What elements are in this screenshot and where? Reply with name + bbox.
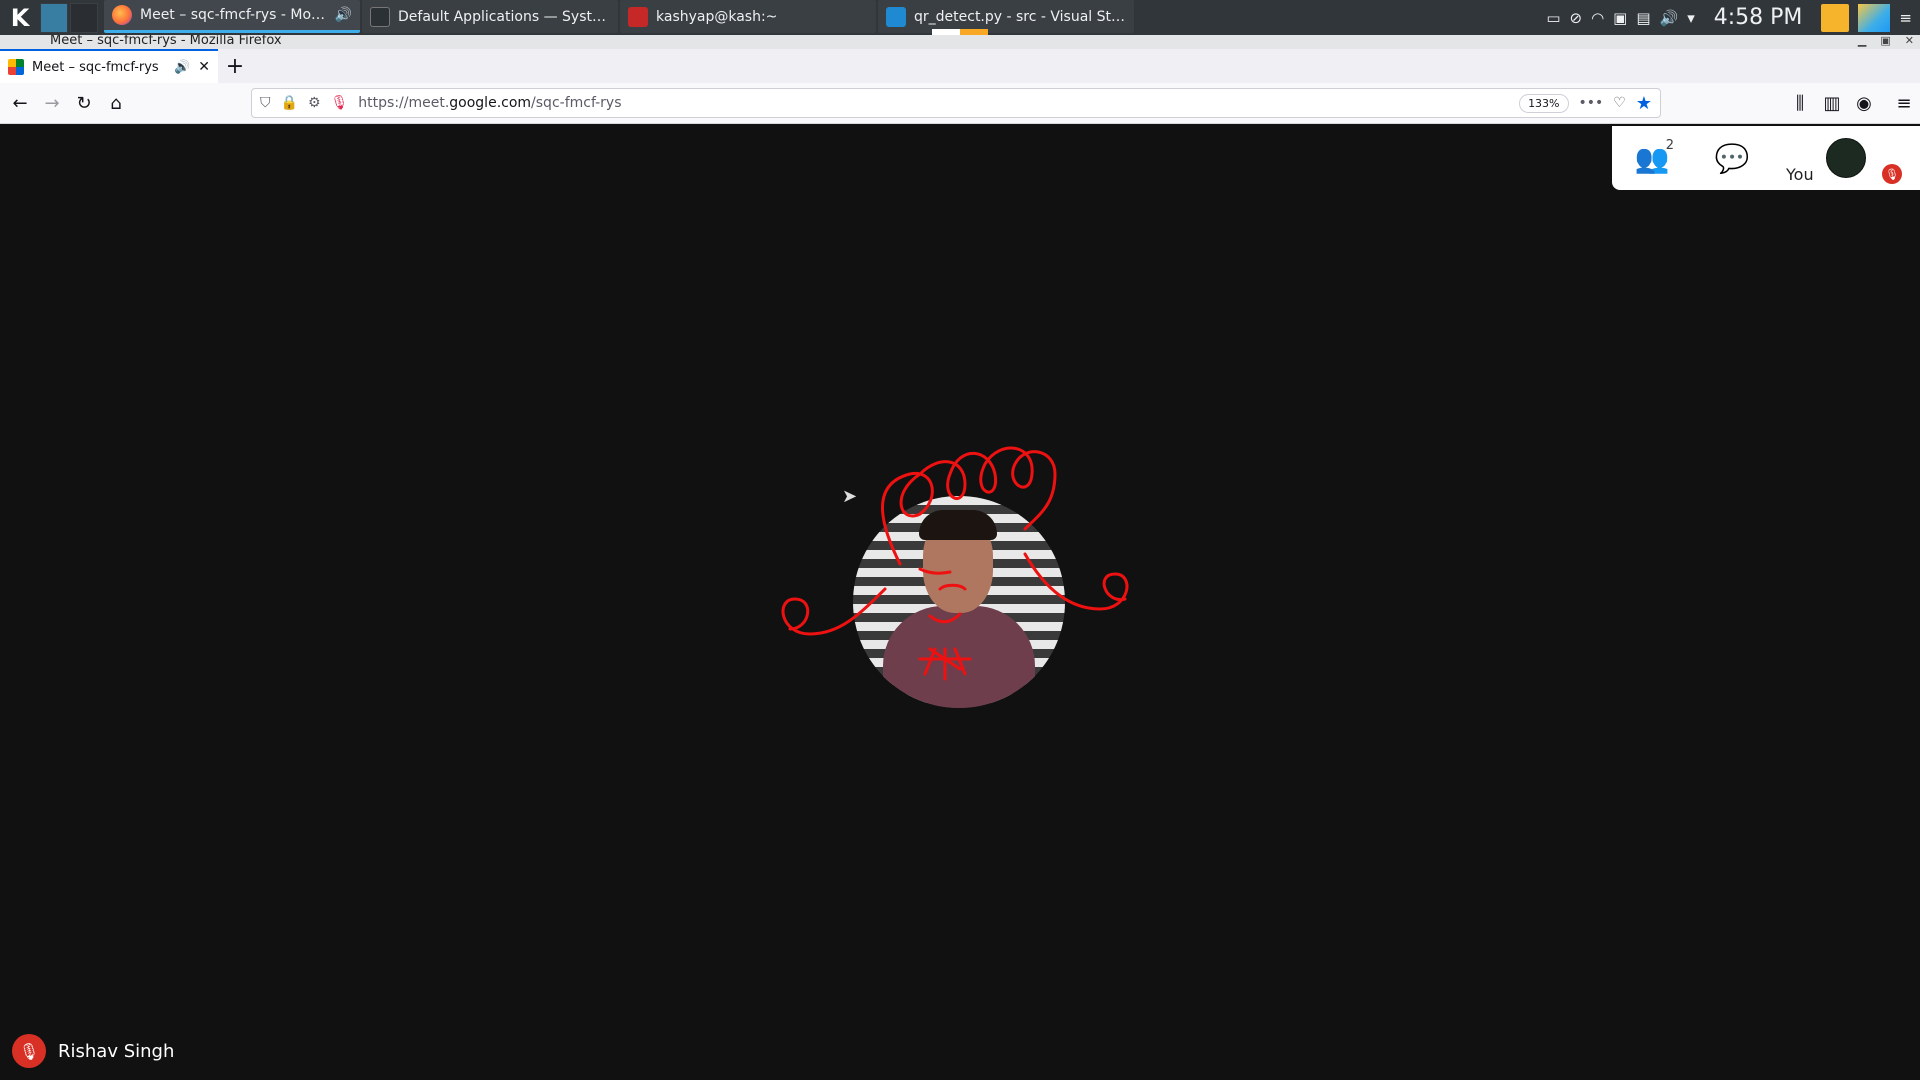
forward-button[interactable]: →	[36, 87, 68, 119]
wifi-icon[interactable]: ◠	[1591, 9, 1604, 27]
self-avatar	[1826, 138, 1866, 178]
bookmark-star-icon[interactable]: ★	[1636, 93, 1652, 114]
task-terminal[interactable]: kashyap@kash:~	[620, 0, 876, 33]
home-button[interactable]: ⌂	[100, 87, 132, 119]
chat-icon: 💬	[1714, 141, 1750, 175]
task-vscode[interactable]: qr_detect.py - src - Visual Studio C...	[878, 0, 1134, 33]
close-tab-icon[interactable]: ✕	[198, 59, 210, 75]
lock-icon[interactable]: 🔒	[281, 95, 298, 111]
system-tray: ▭ ⊘ ◠ ▣ ▤ 🔊 ▾ 4:58 PM ≡	[1546, 0, 1920, 35]
lock-icon[interactable]: ▣	[1613, 9, 1627, 27]
red-doodle-drawing	[781, 446, 1129, 681]
window-controls: ▁ ▣ ✕	[1858, 35, 1914, 47]
reload-button[interactable]: ↻	[68, 87, 100, 119]
system-settings-icon	[370, 6, 390, 27]
panel-menu-icon[interactable]: ≡	[1899, 9, 1912, 27]
task-label: kashyap@kash:~	[656, 8, 778, 25]
participants-button[interactable]: 👥 2	[1612, 126, 1692, 190]
terminal-icon	[628, 6, 648, 27]
volume-icon[interactable]: 🔊	[1660, 9, 1679, 27]
participant-name: Rishav Singh	[58, 1040, 175, 1062]
chat-button[interactable]: 💬	[1692, 126, 1772, 190]
clipboard-icon[interactable]: ▤	[1636, 9, 1650, 27]
desktop-2[interactable]	[70, 2, 98, 33]
zoom-indicator[interactable]: 133%	[1519, 93, 1569, 113]
task-system-settings[interactable]: Default Applications — System Se...	[362, 0, 618, 33]
maximize-icon[interactable]: ▣	[1880, 35, 1890, 47]
tab-meet[interactable]: Meet – sqc-fmcf-rys 🔊 ✕	[0, 49, 218, 83]
back-button[interactable]: ←	[4, 87, 36, 119]
url-bar[interactable]: ⛉ 🔒 ⚙ 🎙 https://meet.google.com/sqc-fmcf…	[251, 88, 1661, 118]
navigation-bar: ← → ↻ ⌂ ⛉ 🔒 ⚙ 🎙 https://meet.google.com/…	[0, 83, 1920, 124]
account-icon[interactable]: ◉	[1848, 87, 1880, 119]
kde-launcher-icon[interactable]: K	[0, 0, 40, 35]
virtual-desktop-pager	[40, 2, 98, 33]
people-icon: 👥	[1634, 141, 1670, 175]
meet-info-bar: 👥 2 💬 You 🎙	[1612, 126, 1920, 190]
task-label: qr_detect.py - src - Visual Studio C...	[914, 8, 1126, 25]
tab-title: Meet – sqc-fmcf-rys	[32, 59, 159, 75]
meet-favicon-icon	[8, 59, 24, 75]
menu-icon[interactable]: ≡	[1888, 87, 1920, 119]
permissions-icon[interactable]: ⚙	[308, 95, 321, 111]
you-label: You	[1786, 165, 1814, 184]
new-tab-button[interactable]: +	[218, 49, 252, 83]
speaker-icon[interactable]: 🔊	[174, 60, 190, 75]
desktop-1[interactable]	[40, 2, 68, 33]
task-firefox[interactable]: Meet – sqc-fmcf-rys - Mozilla F... 🔊	[104, 0, 360, 33]
clock[interactable]: 4:58 PM	[1714, 5, 1803, 30]
screen-widget-icon[interactable]	[1858, 3, 1891, 32]
window-titlebar[interactable]: Meet – sqc-fmcf-rys - Mozilla Firefox ▁ …	[0, 35, 1920, 49]
firefox-icon	[112, 5, 132, 25]
vscode-icon	[886, 6, 906, 27]
close-icon[interactable]: ✕	[1905, 35, 1914, 47]
task-label: Default Applications — System Se...	[398, 8, 610, 25]
participant-name-tag: 🎙 Rishav Singh	[12, 1034, 174, 1068]
url-text: https://meet.google.com/sqc-fmcf-rys	[358, 95, 622, 111]
task-label: Meet – sqc-fmcf-rys - Mozilla F...	[140, 7, 327, 23]
window-title: Meet – sqc-fmcf-rys - Mozilla Firefox	[50, 35, 282, 48]
mouse-pointer-icon: ➤	[842, 486, 858, 507]
sidebar-icon[interactable]: ▥	[1816, 87, 1848, 119]
minimize-icon[interactable]: ▁	[1858, 35, 1866, 47]
speaker-icon[interactable]: 🔊	[335, 7, 352, 23]
notes-widget-icon[interactable]	[1821, 3, 1850, 32]
update-icon[interactable]: ⊘	[1570, 9, 1583, 27]
tray-expand-icon[interactable]: ▾	[1687, 9, 1695, 27]
mic-muted-icon: 🎙	[12, 1034, 46, 1068]
battery-icon[interactable]: ▭	[1546, 9, 1560, 27]
tab-strip: Meet – sqc-fmcf-rys 🔊 ✕ +	[0, 49, 1920, 83]
shield-icon[interactable]: ⛉	[260, 95, 271, 111]
page-actions-icon[interactable]: •••	[1579, 95, 1604, 111]
self-view-tile[interactable]: You 🎙	[1772, 126, 1902, 190]
microphone-icon[interactable]: 🎙	[331, 95, 349, 111]
toolbar-right: ⫼ ▥ ◉ ≡	[1784, 87, 1920, 119]
participant-count: 2	[1665, 138, 1674, 153]
library-icon[interactable]: ⫼	[1784, 87, 1816, 119]
pocket-icon[interactable]: ♡	[1613, 95, 1626, 111]
meet-stage: 👥 2 💬 You 🎙 ➤ 🎙 Rishav Singh	[0, 124, 1920, 1080]
mic-muted-icon: 🎙	[1882, 164, 1902, 184]
